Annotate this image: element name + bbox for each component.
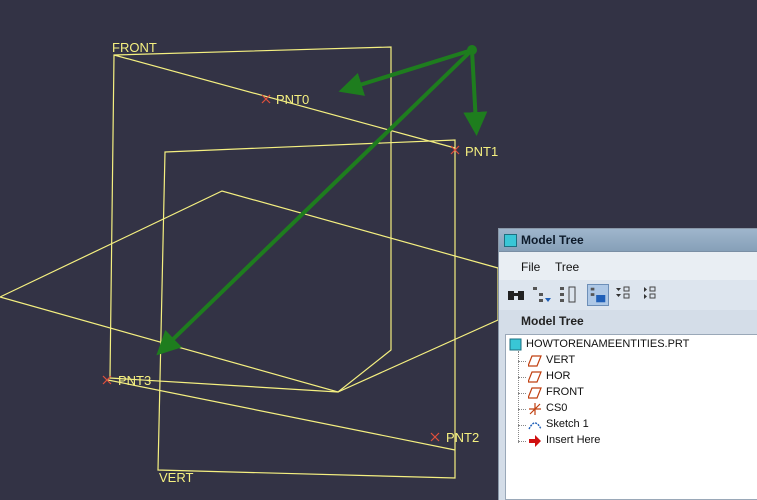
tree-item-label: Insert Here: [546, 434, 601, 446]
window-icon: [504, 234, 517, 247]
front-plane-label: FRONT: [112, 40, 157, 55]
vert-plane-label: VERT: [159, 470, 193, 485]
tree-filter-icon[interactable]: [531, 284, 553, 306]
binoculars-icon[interactable]: [505, 284, 527, 306]
pnt2-label: PNT2: [446, 430, 479, 445]
tree-item-label: VERT: [546, 354, 576, 366]
tree-item-label: HOR: [546, 370, 571, 382]
model-tree-window[interactable]: Model Tree File Tree Model Tree HOWTOREN…: [498, 228, 757, 500]
model-tree-menubar: File Tree: [499, 252, 757, 280]
datum-plane-icon: [527, 354, 542, 368]
pnt0-label: PNT0: [276, 92, 309, 107]
coordinate-system-icon: [528, 402, 542, 416]
pnt1-label: PNT1: [465, 144, 498, 159]
model-tree-heading: Model Tree: [521, 314, 584, 328]
model-tree-list[interactable]: HOWTORENAMEENTITIES.PRT VERT HOR FRONT C…: [505, 334, 757, 500]
tree-root-label: HOWTORENAMEENTITIES.PRT: [526, 338, 690, 350]
axis-line: [107, 379, 456, 451]
tree-columns-icon[interactable]: [557, 284, 579, 306]
model-tree-titlebar[interactable]: Model Tree: [499, 229, 757, 252]
window-title: Model Tree: [521, 233, 584, 247]
model-tree-toolbar: [499, 280, 757, 310]
menu-tree[interactable]: Tree: [555, 260, 579, 274]
expand-collapse-icon[interactable]: [613, 284, 635, 306]
tree-item-label: CS0: [546, 402, 568, 414]
datum-plane-icon: [527, 386, 542, 400]
tree-item-label: Sketch 1: [546, 418, 589, 430]
insert-arrow-icon: [528, 434, 542, 448]
sketch-icon: [528, 418, 542, 432]
show-features-icon[interactable]: [587, 284, 609, 306]
arrow-to-pnt1: [463, 49, 488, 136]
pnt2-marker[interactable]: [430, 432, 440, 442]
pnt3-label: PNT3: [118, 373, 151, 388]
arrow-origin: [467, 45, 477, 55]
part-icon: [509, 338, 523, 352]
menu-file[interactable]: File: [521, 260, 540, 274]
datum-plane-icon: [527, 370, 542, 384]
hor-datum-plane[interactable]: [0, 190, 499, 393]
arrow-to-pnt3: [156, 48, 474, 356]
tree-item-label: FRONT: [546, 386, 584, 398]
tree-settings-icon[interactable]: [641, 284, 663, 306]
